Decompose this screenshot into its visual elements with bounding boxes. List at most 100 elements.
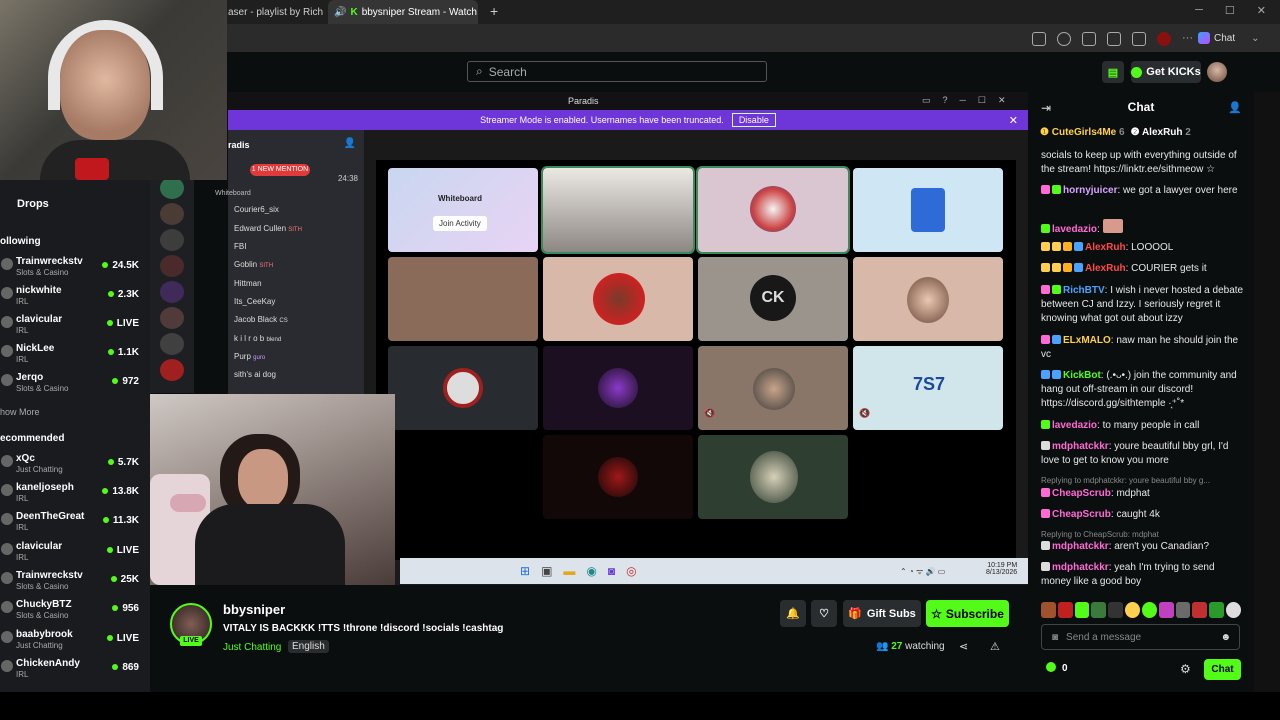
sidebar-item-kaneljoseph[interactable]: kaneljoseph IRL 13.8K [0, 482, 150, 511]
chat-input[interactable]: ◙ Send a message ☻ [1041, 624, 1240, 650]
kick-rewards-icon[interactable]: ▤ [1102, 61, 1124, 83]
favorite-star-icon[interactable] [1057, 32, 1071, 46]
new-mention-badge[interactable]: 1 NEW MENTION [250, 164, 310, 176]
sidebar-item-clavicular[interactable]: clavicular IRL LIVE [0, 314, 150, 343]
maximize-button[interactable]: ☐ [1225, 4, 1235, 17]
chat-username[interactable]: ELxMALO [1063, 335, 1111, 346]
report-icon[interactable]: ⚠ [990, 640, 1000, 653]
gift-subs-button[interactable]: 🎁 Gift Subs [843, 600, 921, 627]
avatar [1, 484, 13, 496]
sidebar-item-clavicular-rec[interactable]: clavicular IRL LIVE [0, 541, 150, 570]
get-kicks-button[interactable]: Get KICKs [1131, 61, 1201, 83]
sidebar-item-baabybrook[interactable]: baabybrook Just Chatting LIVE [0, 629, 150, 658]
chat-username[interactable]: lavedazio [1052, 224, 1097, 235]
chat-username[interactable]: CheapScrub [1052, 509, 1111, 520]
more-menu-icon[interactable]: ··· [1182, 32, 1193, 46]
emote-icon[interactable] [1074, 602, 1090, 618]
notification-bell-button[interactable]: 🔔 [780, 600, 806, 627]
profile-icon[interactable] [1157, 32, 1171, 46]
split-screen-icon[interactable] [1107, 32, 1121, 46]
chat-username[interactable]: AlexRuh [1085, 263, 1126, 274]
disable-button[interactable]: Disable [731, 113, 776, 127]
emote-icon[interactable] [1057, 602, 1073, 618]
chat-username[interactable]: KickBot [1063, 370, 1101, 381]
browser-tab-stream[interactable]: 🔊 K bbysniper Stream - Watch Liv✕ [328, 0, 478, 24]
emote-icon[interactable] [1209, 602, 1225, 618]
sidebar-item-chickenandy[interactable]: ChickenAndy IRL 869 [0, 658, 150, 687]
follow-button[interactable]: ♡ [811, 600, 837, 627]
tab-close-icon[interactable]: ✕ [323, 6, 324, 19]
chat-settings-icon[interactable]: ⚙ [1180, 662, 1191, 676]
sidebar-item-trainwreckstv[interactable]: Trainwreckstv Slots & Casino 24.5K [0, 256, 150, 285]
chat-username[interactable]: CheapScrub [1052, 488, 1111, 499]
emote-icon[interactable] [1108, 602, 1124, 618]
subscribe-button[interactable]: ☆ Subscribe [926, 600, 1009, 627]
emote-icon[interactable] [1091, 602, 1107, 618]
streamer-body [195, 504, 345, 585]
browser-tab-playlist[interactable]: aser - playlist by Rich✕ [222, 0, 324, 24]
reader-icon[interactable] [1032, 32, 1046, 46]
sidebar-item-chuckybtz[interactable]: ChuckyBTZ Slots & Casino 956 [0, 599, 150, 628]
chat-username[interactable]: mdphatckkr [1052, 541, 1109, 552]
sidebar-item-xqc[interactable]: xQc Just Chatting 5.7K [0, 453, 150, 482]
emote-icon[interactable] [1041, 602, 1056, 618]
emote-icon[interactable] [1192, 602, 1208, 618]
chat-message: RichBTV: I wish i never hosted a debate … [1041, 284, 1244, 326]
share-icon[interactable]: ⋖ [959, 640, 968, 653]
extension-icon[interactable] [1082, 32, 1096, 46]
whiteboard-tile[interactable]: Whiteboard Join Activity [388, 168, 538, 252]
voice-member: k i l r o b blend [234, 334, 281, 343]
avatar: CK [750, 275, 796, 321]
channel-points[interactable]: 0 [1046, 662, 1068, 674]
show-more-link[interactable]: how More [0, 407, 40, 417]
favorites-icon[interactable] [1132, 32, 1146, 46]
discord-icon[interactable]: ◙ [608, 564, 615, 578]
leaderboard-entry[interactable]: ❶ CuteGirls4Me 6 [1040, 127, 1125, 138]
send-chat-button[interactable]: Chat [1204, 659, 1241, 680]
member-tag: SITH [259, 263, 274, 269]
live-badge: LIVE [180, 636, 202, 646]
emote-icon[interactable] [1158, 602, 1174, 618]
chat-users-icon[interactable]: 👤 [1228, 101, 1242, 114]
app-icon[interactable]: ◎ [626, 564, 636, 578]
user-avatar[interactable] [1207, 62, 1227, 82]
search-input[interactable]: ⌕ Search [467, 61, 767, 82]
chat-username[interactable]: mdphatckkr [1052, 562, 1109, 573]
emoji-picker-icon[interactable]: ☻ [1220, 632, 1231, 643]
sidebar-item-nickwhite[interactable]: nickwhite IRL 2.3K [0, 285, 150, 314]
minimize-button[interactable]: ─ [1195, 4, 1203, 17]
channel-name[interactable]: bbysniper [223, 602, 285, 617]
chat-username[interactable]: lavedazio [1052, 420, 1097, 431]
chat-username[interactable]: RichBTV [1063, 285, 1105, 296]
sidebar-item-trainwreckstv-rec[interactable]: Trainwreckstv Slots & Casino 25K [0, 570, 150, 599]
close-window-button[interactable]: ✕ [1257, 4, 1266, 17]
gift-subs-label: Gift Subs [866, 607, 916, 620]
chat-username[interactable]: AlexRuh [1085, 242, 1126, 253]
kicks-coin-icon [1131, 66, 1143, 78]
emote-icon[interactable] [1226, 602, 1241, 618]
join-activity-button[interactable]: Join Activity [433, 216, 487, 231]
channel-category: IRL [16, 326, 29, 335]
stream-category[interactable]: Just Chatting [223, 642, 281, 653]
copilot-button[interactable]: Chat ⌄ [1198, 32, 1260, 44]
emote-icon[interactable] [1141, 602, 1157, 618]
new-tab-button[interactable]: + [490, 3, 498, 19]
sidebar-item-jerqo[interactable]: Jerqo Slots & Casino 972 [0, 372, 150, 401]
sidebar-item-nicklee[interactable]: NickLee IRL 1.1K [0, 343, 150, 372]
chat-username[interactable]: mdphatckkr [1052, 441, 1109, 452]
emote-icon[interactable] [1175, 602, 1191, 618]
task-view-icon[interactable]: ▣ [541, 564, 552, 578]
edge-icon[interactable]: ◉ [586, 564, 596, 578]
stream-language[interactable]: English [288, 640, 329, 653]
leaderboard-entry[interactable]: ❷ AlexRuh 2 [1131, 127, 1191, 138]
emote-icon[interactable] [1125, 602, 1140, 618]
close-icon[interactable]: ✕ [1009, 114, 1018, 127]
scrollbar[interactable] [1254, 92, 1280, 692]
file-explorer-icon[interactable]: ▬ [563, 564, 575, 578]
avatar [1, 316, 13, 328]
chat-identity-icon[interactable]: ◙ [1052, 632, 1058, 643]
windows-start-icon[interactable]: ⊞ [520, 564, 530, 578]
sidebar-item-deenthegreat[interactable]: DeenTheGreat IRL 11.3K [0, 511, 150, 540]
chat-username[interactable]: hornyjuicer [1063, 185, 1117, 196]
drops-link[interactable]: Drops [17, 198, 49, 210]
